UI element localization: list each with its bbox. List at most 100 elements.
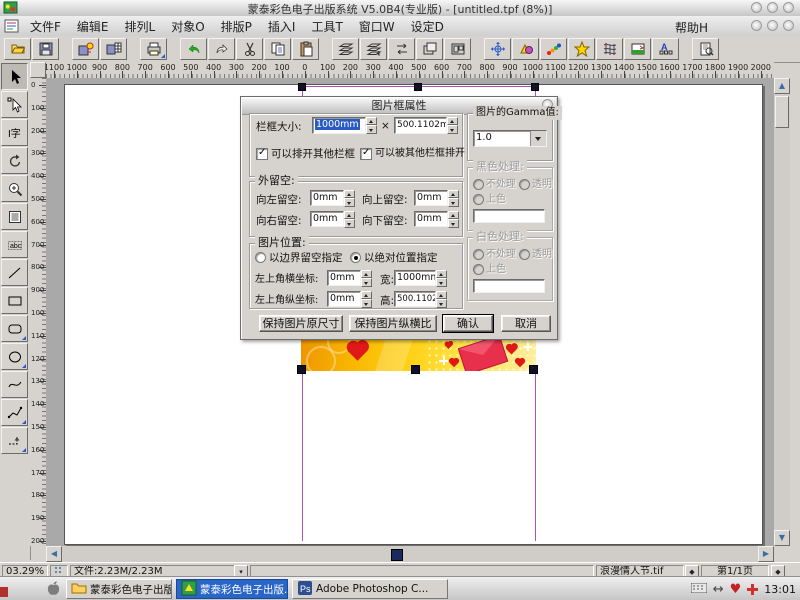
taskbar-task[interactable]: PsAdobe Photoshop C... xyxy=(292,579,448,599)
spin-up-icon[interactable] xyxy=(436,270,447,278)
spin-down-icon[interactable] xyxy=(361,299,372,308)
spin-up-icon[interactable] xyxy=(361,291,372,299)
scroll-left-arrow[interactable]: ◀ xyxy=(46,546,62,562)
menu-item[interactable]: 编辑E xyxy=(69,18,117,35)
by-absolute-radio[interactable] xyxy=(350,252,361,263)
y-coord-field[interactable]: 0mm xyxy=(327,291,361,307)
margin-top-field[interactable]: 0mm xyxy=(414,190,448,206)
tool-zoom[interactable] xyxy=(1,175,28,202)
frame-handle-top-left[interactable] xyxy=(298,83,306,91)
tool-rectangle[interactable] xyxy=(1,287,28,314)
close-button[interactable] xyxy=(783,2,794,13)
bring-forward-button[interactable] xyxy=(332,38,359,60)
undo-button[interactable] xyxy=(180,38,207,60)
save-button[interactable] xyxy=(32,38,59,60)
frame-left-edge[interactable] xyxy=(302,374,303,541)
margin-right-field[interactable]: 0mm xyxy=(310,211,344,227)
frame-handle-top-center[interactable] xyxy=(414,83,422,91)
spin-up-icon[interactable] xyxy=(344,211,355,219)
frame-handle-left[interactable] xyxy=(297,365,306,374)
scroll-up-arrow[interactable]: ▲ xyxy=(774,78,790,94)
spin-down-icon[interactable] xyxy=(448,219,459,228)
cancel-button[interactable]: 取消 xyxy=(501,315,551,332)
spin-up-icon[interactable] xyxy=(361,270,372,278)
horizontal-scroll-thumb[interactable] xyxy=(391,549,403,561)
red-cross-icon[interactable] xyxy=(747,584,758,595)
star-button[interactable] xyxy=(568,38,595,60)
margin-bottom-field[interactable]: 0mm xyxy=(414,211,448,227)
print-button[interactable] xyxy=(140,38,167,60)
menu-item[interactable]: 工具T xyxy=(303,18,350,35)
tool-select[interactable] xyxy=(1,63,28,90)
cut-button[interactable] xyxy=(236,38,263,60)
frame-right-edge[interactable] xyxy=(535,374,536,541)
menu-window-button[interactable] xyxy=(767,20,778,31)
tool-rounded-rect[interactable] xyxy=(1,315,28,342)
menu-item[interactable]: 窗口W xyxy=(351,18,403,35)
ok-button[interactable]: 确认 xyxy=(443,315,493,332)
fit-by-others-checkbox[interactable] xyxy=(360,148,372,160)
antivirus-heart-icon[interactable]: ♥ xyxy=(730,582,742,597)
page-fill-button[interactable] xyxy=(624,38,651,60)
gamma-combo[interactable]: 1.0 xyxy=(473,130,547,147)
title-bar[interactable]: 蒙泰彩色电子出版系统 V5.0B4(专业版) - [untitled.tpf (… xyxy=(0,0,800,17)
redo-button[interactable] xyxy=(208,38,235,60)
keyboard-icon[interactable] xyxy=(691,583,707,596)
menu-item[interactable]: 排列L xyxy=(117,18,164,35)
copy-button[interactable] xyxy=(264,38,291,60)
tool-text-box[interactable]: abc xyxy=(1,231,28,258)
tool-path[interactable] xyxy=(1,427,28,454)
combine-button[interactable] xyxy=(444,38,471,60)
move-anchor-button[interactable] xyxy=(484,38,511,60)
keep-original-size-button[interactable]: 保持图片原尺寸 xyxy=(259,315,343,332)
menu-item[interactable]: 文件F xyxy=(22,18,69,35)
menu-item[interactable]: 排版P xyxy=(213,18,260,35)
spin-up-icon[interactable] xyxy=(448,190,459,198)
spin-down-icon[interactable] xyxy=(448,198,459,207)
height-field[interactable]: 500.1102mm xyxy=(394,291,436,307)
tool-text-block[interactable] xyxy=(1,203,28,230)
open-button[interactable] xyxy=(4,38,31,60)
spin-down-icon[interactable] xyxy=(436,278,447,287)
spin-up-icon[interactable] xyxy=(366,117,377,125)
shape-fill-button[interactable] xyxy=(512,38,539,60)
frame-handle-right[interactable] xyxy=(529,365,538,374)
menu-window-button[interactable] xyxy=(783,20,794,31)
combo-dropdown-icon[interactable] xyxy=(530,131,546,146)
send-backward-button[interactable] xyxy=(360,38,387,60)
menu-item[interactable]: 插入I xyxy=(260,18,304,35)
taskbar-task[interactable]: 蒙泰彩色电子出版... xyxy=(66,579,172,599)
spin-up-icon[interactable] xyxy=(436,291,447,299)
save-template-button[interactable] xyxy=(100,38,127,60)
text-format-button[interactable]: A xyxy=(652,38,679,60)
menu-window-button[interactable] xyxy=(751,20,762,31)
vertical-scroll-thumb[interactable] xyxy=(775,96,789,128)
horizontal-scrollbar[interactable]: ◀ ▶ xyxy=(46,546,774,562)
spin-down-icon[interactable] xyxy=(361,278,372,287)
swap-order-button[interactable] xyxy=(388,38,415,60)
frame-handle-top-right[interactable] xyxy=(531,83,539,91)
color-chain-button[interactable] xyxy=(540,38,567,60)
fit-others-checkbox[interactable] xyxy=(256,148,268,160)
scroll-right-arrow[interactable]: ▶ xyxy=(758,546,774,562)
minimize-button[interactable] xyxy=(751,2,762,13)
spin-up-icon[interactable] xyxy=(344,190,355,198)
menu-item[interactable]: 对象O xyxy=(163,18,212,35)
spin-down-icon[interactable] xyxy=(436,299,447,308)
input-switch-icon[interactable]: ↔ xyxy=(713,582,724,597)
mesh-warp-button[interactable] xyxy=(596,38,623,60)
spin-up-icon[interactable] xyxy=(448,211,459,219)
spin-down-icon[interactable] xyxy=(344,219,355,228)
spin-down-icon[interactable] xyxy=(447,125,458,134)
tool-ellipse[interactable] xyxy=(1,343,28,370)
tool-rotate[interactable] xyxy=(1,147,28,174)
duplicate-button[interactable] xyxy=(416,38,443,60)
menu-item[interactable]: 设定D xyxy=(403,18,452,35)
frame-height-field[interactable]: 500.1102mm xyxy=(394,117,447,134)
spin-down-icon[interactable] xyxy=(366,125,377,134)
taskbar-task[interactable]: 蒙泰彩色电子出版... xyxy=(176,579,288,599)
menu-help[interactable]: 帮助H xyxy=(675,19,708,36)
spin-down-icon[interactable] xyxy=(344,198,355,207)
width-field[interactable]: 1000mm xyxy=(394,270,436,286)
vertical-scrollbar[interactable]: ▲ ▼ xyxy=(774,78,790,546)
